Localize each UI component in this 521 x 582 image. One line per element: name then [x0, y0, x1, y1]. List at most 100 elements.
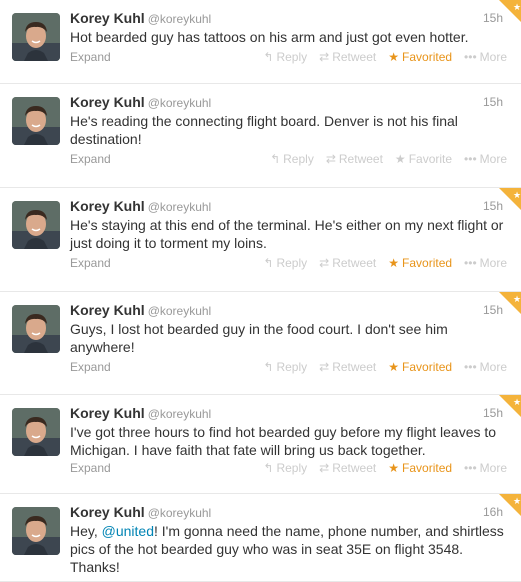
- star-icon: ★: [388, 461, 400, 475]
- favorite-label: Favorited: [402, 256, 453, 270]
- tweet-text-segment: He's staying at this end of the terminal…: [70, 217, 504, 251]
- author-name[interactable]: Korey Kuhl: [70, 405, 145, 421]
- favorite-button[interactable]: ★ Favorited: [388, 360, 452, 374]
- more-label: More: [479, 50, 507, 64]
- author-handle[interactable]: @koreykuhl: [148, 506, 212, 520]
- retweet-label: Retweet: [332, 360, 377, 374]
- avatar[interactable]: [12, 408, 60, 456]
- reply-label: Reply: [276, 50, 308, 64]
- author-name[interactable]: Korey Kuhl: [70, 504, 145, 520]
- tweet-author[interactable]: Korey Kuhl @koreykuhl: [70, 302, 211, 318]
- retweet-icon: ⇄: [319, 360, 330, 374]
- favorite-button[interactable]: ★ Favorited: [388, 461, 452, 475]
- tweet-author[interactable]: Korey Kuhl @koreykuhl: [70, 504, 211, 520]
- reply-button[interactable]: ↰ Reply: [270, 152, 314, 166]
- svg-text:★: ★: [513, 191, 521, 201]
- action-group: ↰ Reply ⇄ Retweet ★ Favorited ••• More: [251, 360, 507, 374]
- expand-link[interactable]: Expand: [70, 360, 111, 374]
- avatar[interactable]: [12, 97, 60, 145]
- favorite-button[interactable]: ★ Favorited: [388, 256, 452, 270]
- reply-arrow-icon: ↰: [263, 360, 274, 374]
- avatar[interactable]: [12, 13, 60, 61]
- favorited-corner-icon: ★: [499, 292, 521, 314]
- reply-button[interactable]: ↰ Reply: [263, 50, 307, 64]
- expand-link[interactable]: Expand: [70, 152, 111, 166]
- author-name[interactable]: Korey Kuhl: [70, 198, 145, 214]
- more-dots-icon: •••: [464, 256, 477, 270]
- avatar[interactable]: [12, 201, 60, 249]
- tweet-text-segment: He's reading the connecting flight board…: [70, 113, 458, 147]
- retweet-icon: ⇄: [319, 461, 330, 475]
- author-handle[interactable]: @koreykuhl: [148, 304, 212, 318]
- author-handle[interactable]: @koreykuhl: [148, 12, 212, 26]
- expand-link[interactable]: Expand: [70, 50, 111, 64]
- favorite-button[interactable]: ★ Favorite: [395, 152, 452, 166]
- tweet-item[interactable]: Korey Kuhl @koreykuhl 15h He's reading the …: [0, 84, 521, 188]
- tweet-author[interactable]: Korey Kuhl @koreykuhl: [70, 94, 211, 110]
- tweet-text-segment: Guys, I lost hot bearded guy in the food…: [70, 321, 448, 355]
- favorited-corner-icon: ★: [499, 188, 521, 210]
- expand-link[interactable]: Expand: [70, 256, 111, 270]
- mention-link[interactable]: @united: [102, 523, 154, 539]
- retweet-icon: ⇄: [319, 256, 330, 270]
- more-dots-icon: •••: [464, 461, 477, 475]
- avatar[interactable]: [12, 305, 60, 353]
- more-dots-icon: •••: [464, 152, 477, 166]
- author-handle[interactable]: @koreykuhl: [148, 407, 212, 421]
- favorite-label: Favorited: [402, 50, 453, 64]
- favorited-corner-icon: ★: [499, 494, 521, 516]
- reply-button[interactable]: ↰ Reply: [263, 360, 307, 374]
- tweet-author[interactable]: Korey Kuhl @koreykuhl: [70, 198, 211, 214]
- tweet-author[interactable]: Korey Kuhl @koreykuhl: [70, 10, 211, 26]
- author-name[interactable]: Korey Kuhl: [70, 302, 145, 318]
- retweet-label: Retweet: [332, 461, 377, 475]
- more-button[interactable]: ••• More: [464, 360, 507, 374]
- more-button[interactable]: ••• More: [464, 50, 507, 64]
- author-handle[interactable]: @koreykuhl: [148, 96, 212, 110]
- reply-label: Reply: [276, 360, 308, 374]
- retweet-button[interactable]: ⇄ Retweet: [326, 152, 383, 166]
- retweet-button[interactable]: ⇄ Retweet: [319, 360, 376, 374]
- retweet-button[interactable]: ⇄ Retweet: [319, 256, 376, 270]
- more-label: More: [479, 360, 507, 374]
- reply-arrow-icon: ↰: [263, 256, 274, 270]
- reply-arrow-icon: ↰: [270, 152, 281, 166]
- author-handle[interactable]: @koreykuhl: [148, 200, 212, 214]
- action-group: ↰ Reply ⇄ Retweet ★ Favorite ••• More: [258, 152, 507, 166]
- tweet-timestamp[interactable]: 15h: [483, 95, 503, 109]
- expand-link[interactable]: Expand: [70, 461, 111, 475]
- svg-text:★: ★: [513, 3, 521, 13]
- action-group: ↰ Reply ⇄ Retweet ★ Favorited ••• More: [251, 461, 507, 475]
- reply-label: Reply: [276, 461, 308, 475]
- favorite-label: Favorited: [402, 461, 453, 475]
- tweet-text: He's reading the connecting flight board…: [70, 112, 510, 148]
- tweet-text: He's staying at this end of the terminal…: [70, 216, 510, 252]
- favorite-label: Favorited: [402, 360, 453, 374]
- tweet-author[interactable]: Korey Kuhl @koreykuhl: [70, 405, 211, 421]
- retweet-button[interactable]: ⇄ Retweet: [319, 50, 376, 64]
- author-name[interactable]: Korey Kuhl: [70, 94, 145, 110]
- favorited-corner-icon: ★: [499, 395, 521, 417]
- reply-button[interactable]: ↰ Reply: [263, 256, 307, 270]
- star-icon: ★: [394, 152, 406, 166]
- author-name[interactable]: Korey Kuhl: [70, 10, 145, 26]
- more-button[interactable]: ••• More: [464, 152, 507, 166]
- retweet-icon: ⇄: [319, 50, 330, 64]
- retweet-button[interactable]: ⇄ Retweet: [319, 461, 376, 475]
- tweet-item[interactable]: Korey Kuhl @koreykuhl 16h Hey, @united! I'm…: [0, 494, 521, 582]
- more-button[interactable]: ••• More: [464, 256, 507, 270]
- more-button[interactable]: ••• More: [464, 461, 507, 475]
- favorited-corner-icon: ★: [499, 0, 521, 22]
- reply-button[interactable]: ↰ Reply: [263, 461, 307, 475]
- tweet-text: Guys, I lost hot bearded guy in the food…: [70, 320, 510, 356]
- tweet-item[interactable]: Korey Kuhl @koreykuhl 15h Guys, I lost hot …: [0, 292, 521, 395]
- svg-text:★: ★: [513, 497, 521, 507]
- action-group: ↰ Reply ⇄ Retweet ★ Favorited ••• More: [251, 50, 507, 64]
- action-group: ↰ Reply ⇄ Retweet ★ Favorited ••• More: [251, 256, 507, 270]
- tweet-item[interactable]: Korey Kuhl @koreykuhl 15h Hot bearded guy h…: [0, 0, 521, 84]
- more-dots-icon: •••: [464, 360, 477, 374]
- tweet-item[interactable]: Korey Kuhl @koreykuhl 15h He's staying at t…: [0, 188, 521, 292]
- tweet-item[interactable]: Korey Kuhl @koreykuhl 15h I've got three ho…: [0, 395, 521, 494]
- avatar[interactable]: [12, 507, 60, 555]
- favorite-button[interactable]: ★ Favorited: [388, 50, 452, 64]
